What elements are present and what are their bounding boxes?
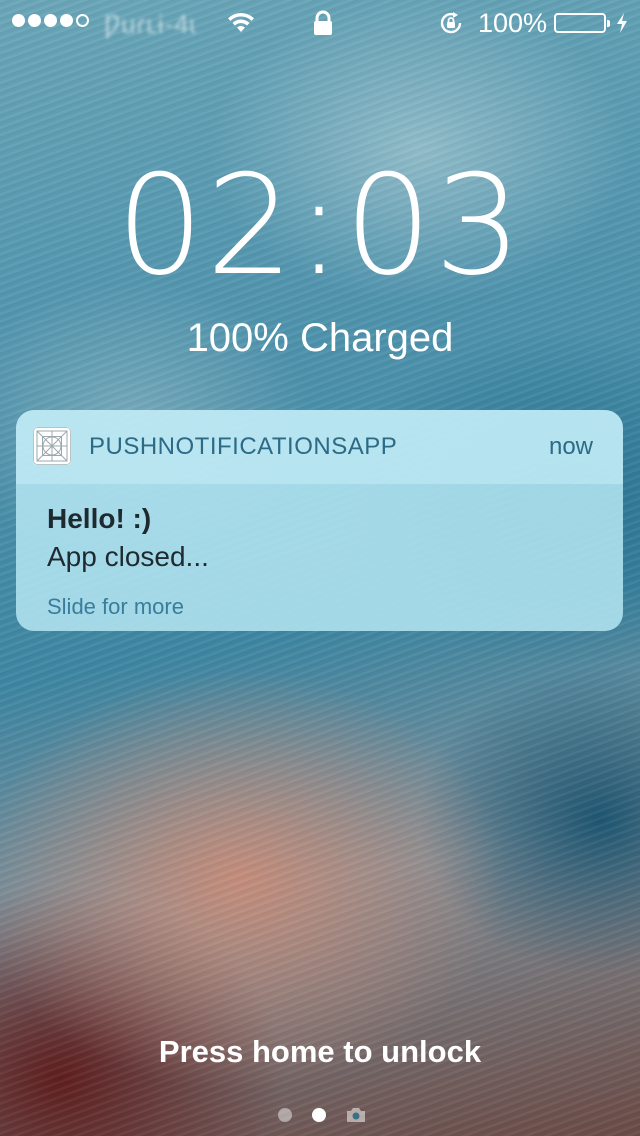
notification-title: Hello! :)	[47, 503, 152, 534]
signal-dot	[60, 14, 73, 27]
notification-time: now	[548, 433, 593, 460]
app-icon	[33, 427, 71, 465]
signal-dot-empty	[76, 14, 89, 27]
press-home-to-unlock: Press home to unlock	[158, 1034, 482, 1069]
signal-dot	[44, 14, 57, 27]
battery-cap	[607, 20, 610, 27]
signal-dot	[28, 14, 41, 27]
carrier-name: Ƿuɾʟɨ-4ɩ	[104, 9, 197, 39]
notification-header: PUSHNOTIFICATIONSAPP now	[16, 410, 623, 484]
notification-banner[interactable]: PUSHNOTIFICATIONSAPP now Hello! :) App c…	[16, 410, 623, 631]
lock-screen-clock: 02:03	[116, 145, 524, 306]
signal-dot	[12, 14, 25, 27]
rotation-lock-icon	[440, 12, 462, 34]
wifi-icon	[228, 12, 254, 32]
notification-slide-hint: Slide for more	[47, 594, 184, 619]
notification-body: App closed...	[47, 541, 209, 572]
camera-icon[interactable]	[345, 1106, 367, 1124]
page-dot-inactive[interactable]	[278, 1108, 292, 1122]
charge-status: 100% Charged	[186, 316, 454, 360]
status-bar: Ƿuɾʟɨ-4ɩ 100%	[0, 0, 640, 44]
battery-percentage: 100%	[478, 8, 548, 38]
notification-app-name: PUSHNOTIFICATIONSAPP	[89, 433, 398, 460]
battery-icon	[554, 13, 610, 33]
bolt-icon	[617, 13, 627, 33]
signal-strength-icon	[12, 14, 89, 27]
page-dot-active	[312, 1108, 326, 1122]
page-indicator	[0, 1104, 640, 1126]
lock-icon	[314, 10, 332, 35]
